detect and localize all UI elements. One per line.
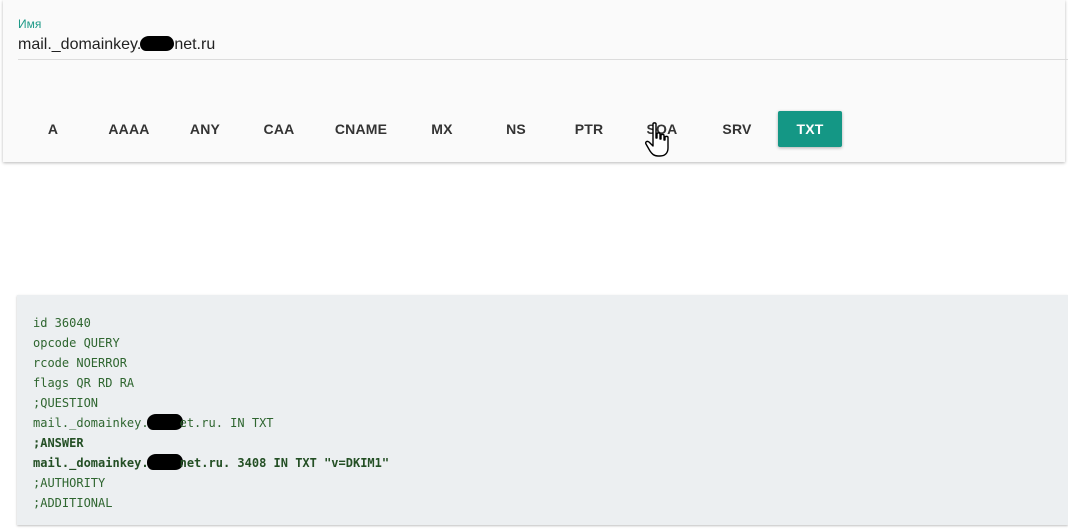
dns-response-panel: id 36040 opcode QUERY rcode NOERROR flag…: [17, 295, 1068, 525]
response-line-flags: flags QR RD RA: [33, 376, 135, 390]
response-line-answer-record: mail._domainkey. net.ru. 3408 IN TXT "v=D…: [33, 453, 389, 473]
response-line-question-record: mail._domainkey. et.ru. IN TXT: [33, 413, 389, 433]
hand-pointer-cursor-icon: [645, 122, 669, 157]
response-line-additional-header: ;ADDITIONAL: [33, 496, 113, 510]
record-type-button-any[interactable]: ANY: [170, 111, 240, 147]
name-field-label: Имя: [18, 17, 42, 31]
redaction-mark: [146, 454, 183, 470]
response-line-opcode: opcode QUERY: [33, 336, 120, 350]
answer-record-suffix: net.ru. 3408 IN TXT "v=DKIM1": [179, 456, 390, 470]
record-type-button-ns[interactable]: NS: [481, 111, 551, 147]
redaction-mark: [140, 36, 175, 51]
record-type-button-cname[interactable]: CNAME: [321, 111, 401, 147]
name-value-suffix: net.ru: [174, 36, 216, 53]
record-type-button-mx[interactable]: MX: [407, 111, 477, 147]
query-form-card: Имя mail._domainkey. net.ru A AAAA ANY CA…: [3, 0, 1068, 162]
name-value-prefix: mail._domainkey.: [18, 36, 142, 53]
response-line-answer-header: ;ANSWER: [33, 436, 84, 450]
record-type-button-txt[interactable]: TXT: [778, 111, 842, 147]
dns-response-lines: id 36040 opcode QUERY rcode NOERROR flag…: [33, 313, 389, 513]
record-type-button-a[interactable]: A: [18, 111, 88, 147]
record-type-button-srv[interactable]: SRV: [702, 111, 772, 147]
question-record-prefix: mail._domainkey.: [33, 416, 149, 430]
question-record-suffix: et.ru. IN TXT: [179, 416, 274, 430]
response-line-authority-header: ;AUTHORITY: [33, 476, 106, 490]
record-type-button-caa[interactable]: CAA: [244, 111, 314, 147]
response-line-id: id 36040: [33, 316, 91, 330]
redaction-mark: [146, 414, 183, 430]
answer-record-prefix: mail._domainkey.: [33, 456, 149, 470]
record-type-selector: A AAAA ANY CAA CNAME MX NS PTR SOA SRV T…: [3, 111, 1065, 147]
record-type-button-ptr[interactable]: PTR: [554, 111, 624, 147]
name-input[interactable]: mail._domainkey. net.ru: [18, 36, 215, 54]
name-field[interactable]: Имя mail._domainkey. net.ru: [18, 17, 1068, 60]
record-type-button-aaaa[interactable]: AAAA: [94, 111, 164, 147]
response-line-rcode: rcode NOERROR: [33, 356, 127, 370]
response-line-question-header: ;QUESTION: [33, 396, 99, 410]
